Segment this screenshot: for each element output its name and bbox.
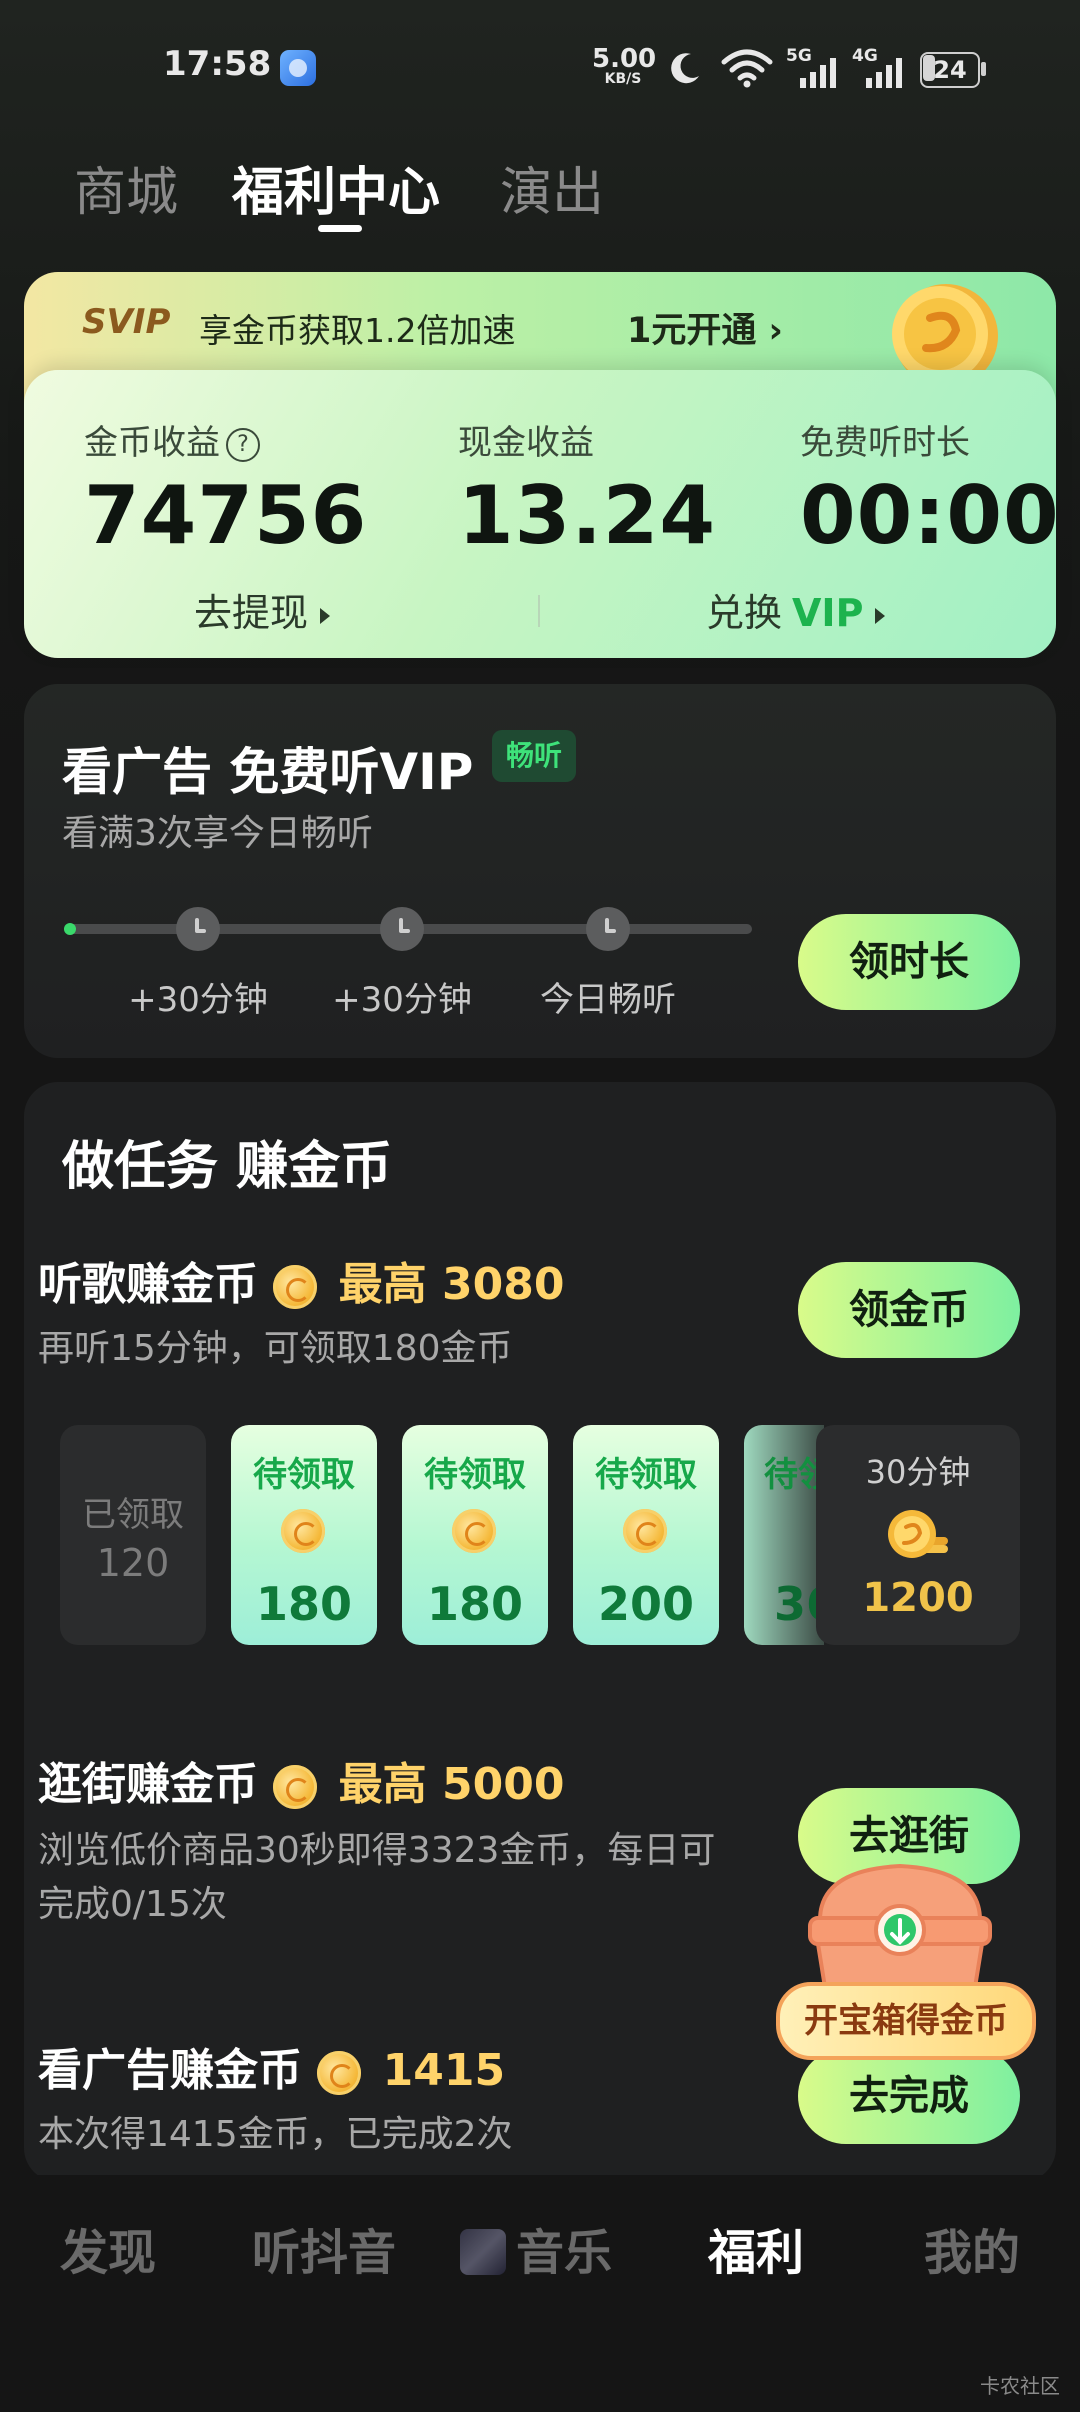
vip-progress-start [64, 923, 76, 935]
withdraw-label: 去提现 [194, 591, 309, 635]
unlimited-badge: 畅听 [492, 730, 577, 782]
exchange-vip-link[interactable]: 兑换 VIP [706, 582, 886, 637]
slot-status: 待领取 [253, 1455, 355, 1495]
cash-earnings: 现金收益 13.24 [458, 415, 716, 562]
music-task-title: 听歌赚金币 最高 3080 [38, 1248, 564, 1312]
coin-earnings-label: 金币收益 [84, 423, 220, 463]
coin-earnings-value: 74756 [84, 469, 368, 562]
reward-slot-30min[interactable]: 30分钟 1200 [816, 1425, 1020, 1645]
svip-description: 享金币获取1.2倍加速 [199, 311, 516, 350]
ads-task-subtitle: 本次得1415金币，已完成2次 [38, 2114, 513, 2155]
help-question-icon[interactable]: ? [226, 427, 260, 462]
ads-task-label: 看广告赚金币 [38, 2045, 302, 2096]
do-not-disturb-moon-icon [671, 53, 699, 84]
treasure-chest-label[interactable]: 开宝箱得金币 [776, 1982, 1036, 2060]
exchange-vip-label: VIP [792, 591, 864, 635]
shop-task-max: 最高 5000 [338, 1759, 565, 1810]
signal-4g-icon: 4G [852, 46, 908, 88]
slot-status: 待领取 [424, 1455, 526, 1495]
net-speed: 5.00 KB/S [592, 44, 657, 87]
gold-coin-icon [281, 1509, 325, 1553]
slot-big-amount: 1200 [862, 1575, 974, 1621]
free-vip-subtitle: 看满3次享今日畅听 [62, 813, 373, 854]
gold-coin-icon [273, 1765, 318, 1809]
gold-coin-icon [273, 1265, 318, 1309]
wifi-icon [721, 49, 773, 88]
ads-task-max: 1415 [382, 2045, 506, 2096]
nav-music-label: 音乐 [516, 2225, 613, 2281]
nav-welfare[interactable]: 福利 [708, 2213, 804, 2283]
bottom-navigation: 发现 听抖音 音乐 福利 我的 [0, 2175, 1080, 2315]
tab-welfare-center[interactable]: 福利中心 [232, 150, 440, 225]
slot-status: 待领取 [595, 1455, 697, 1495]
reward-slot-pending-partial[interactable]: 待领取 360 [744, 1425, 824, 1645]
step-label: 今日畅听 [540, 980, 676, 1020]
signal-5g-icon: 5G [786, 46, 842, 88]
svip-tag: SVIP [82, 302, 171, 342]
earnings-card: 金币收益? 74756 现金收益 13.24 免费听时长 00:00 去提现 兑… [24, 370, 1059, 658]
reward-slot-pending[interactable]: 待领取 200 [573, 1425, 719, 1645]
tab-mall[interactable]: 商城 [74, 150, 178, 225]
status-bar: 17:58 5.00 KB/S 5G 4G 24 [0, 0, 1080, 130]
triangle-right-icon [875, 607, 886, 624]
shop-task-title: 逛街赚金币 最高 5000 [38, 1748, 564, 1812]
nav-me[interactable]: 我的 [924, 2213, 1020, 2283]
status-time: 17:58 [163, 44, 272, 84]
shop-task-subtitle: 浏览低价商品30秒即得3323金币，每日可完成0/15次 [38, 1830, 716, 1925]
slot-status: 已领取 [82, 1495, 184, 1535]
nav-discover[interactable]: 发现 [60, 2213, 156, 2283]
go-complete-button[interactable]: 去完成 [798, 2048, 1020, 2144]
claim-coins-button[interactable]: 领金币 [798, 1262, 1020, 1358]
gold-coin-icon [317, 2051, 362, 2095]
task-section-title: 做任务 赚金币 [62, 1137, 393, 1197]
gold-coins-stack-icon [888, 1510, 948, 1558]
free-vip-title: 看广告 免费听VIP [62, 743, 474, 801]
tab-shows[interactable]: 演出 [500, 150, 604, 225]
reward-slot-pending[interactable]: 待领取 180 [231, 1425, 377, 1645]
clock-icon [586, 907, 630, 951]
gold-coin-icon [452, 1509, 496, 1553]
free-listen-label: 免费听时长 [800, 423, 970, 463]
coin-earnings: 金币收益? 74756 [84, 415, 367, 562]
withdraw-link[interactable]: 去提现 [194, 582, 331, 637]
reward-slot-claimed: 已领取 120 [60, 1425, 206, 1645]
exchange-label: 兑换 [706, 591, 783, 635]
music-cover-icon [460, 2229, 506, 2275]
slot-amount: 200 [597, 1577, 695, 1631]
app-notification-icon [280, 50, 316, 86]
nav-listen-douyin[interactable]: 听抖音 [252, 2213, 396, 2283]
slot-amount: 120 [96, 1541, 170, 1585]
free-listen-value: 00:00 [800, 469, 1060, 562]
triangle-right-icon [320, 607, 331, 624]
clock-icon [176, 907, 220, 951]
music-task-subtitle: 再听15分钟，可领取180金币 [38, 1328, 513, 1369]
nav-music[interactable]: 音乐 [460, 2213, 612, 2283]
watermark: 卡农社区 [980, 2374, 1060, 2398]
free-listen-time: 免费听时长 00:00 [800, 415, 1060, 562]
step-label: +30分钟 [128, 980, 268, 1020]
cash-earnings-label: 现金收益 [458, 423, 594, 463]
battery-icon: 24 [920, 52, 986, 88]
shop-task-label: 逛街赚金币 [38, 1759, 258, 1810]
reward-slot-pending[interactable]: 待领取 180 [402, 1425, 548, 1645]
divider [538, 595, 540, 627]
net-speed-unit: KB/S [604, 71, 642, 87]
net-speed-value: 5.00 [592, 44, 657, 74]
free-vip-card: 看广告 免费听VIP 畅听 看满3次享今日畅听 +30分钟 +30分钟 今日畅听… [24, 684, 1056, 1058]
slot-status: 待领取 [764, 1455, 824, 1495]
step-label: +30分钟 [332, 980, 472, 1020]
gold-coin-icon [623, 1509, 667, 1553]
ads-task-title: 看广告赚金币 1415 [38, 2034, 505, 2098]
slot-amount: 180 [426, 1577, 524, 1631]
claim-time-button[interactable]: 领时长 [798, 914, 1020, 1010]
music-task-max: 最高 3080 [338, 1259, 565, 1310]
battery-level: 24 [933, 56, 967, 84]
svip-open-link[interactable]: 1元开通 › [627, 302, 783, 353]
cash-earnings-value: 13.24 [458, 469, 717, 562]
slot-big-label: 30分钟 [865, 1453, 971, 1491]
active-tab-indicator [318, 225, 362, 232]
music-task-label: 听歌赚金币 [38, 1259, 258, 1310]
clock-icon [380, 907, 424, 951]
slot-amount: 180 [255, 1577, 353, 1631]
